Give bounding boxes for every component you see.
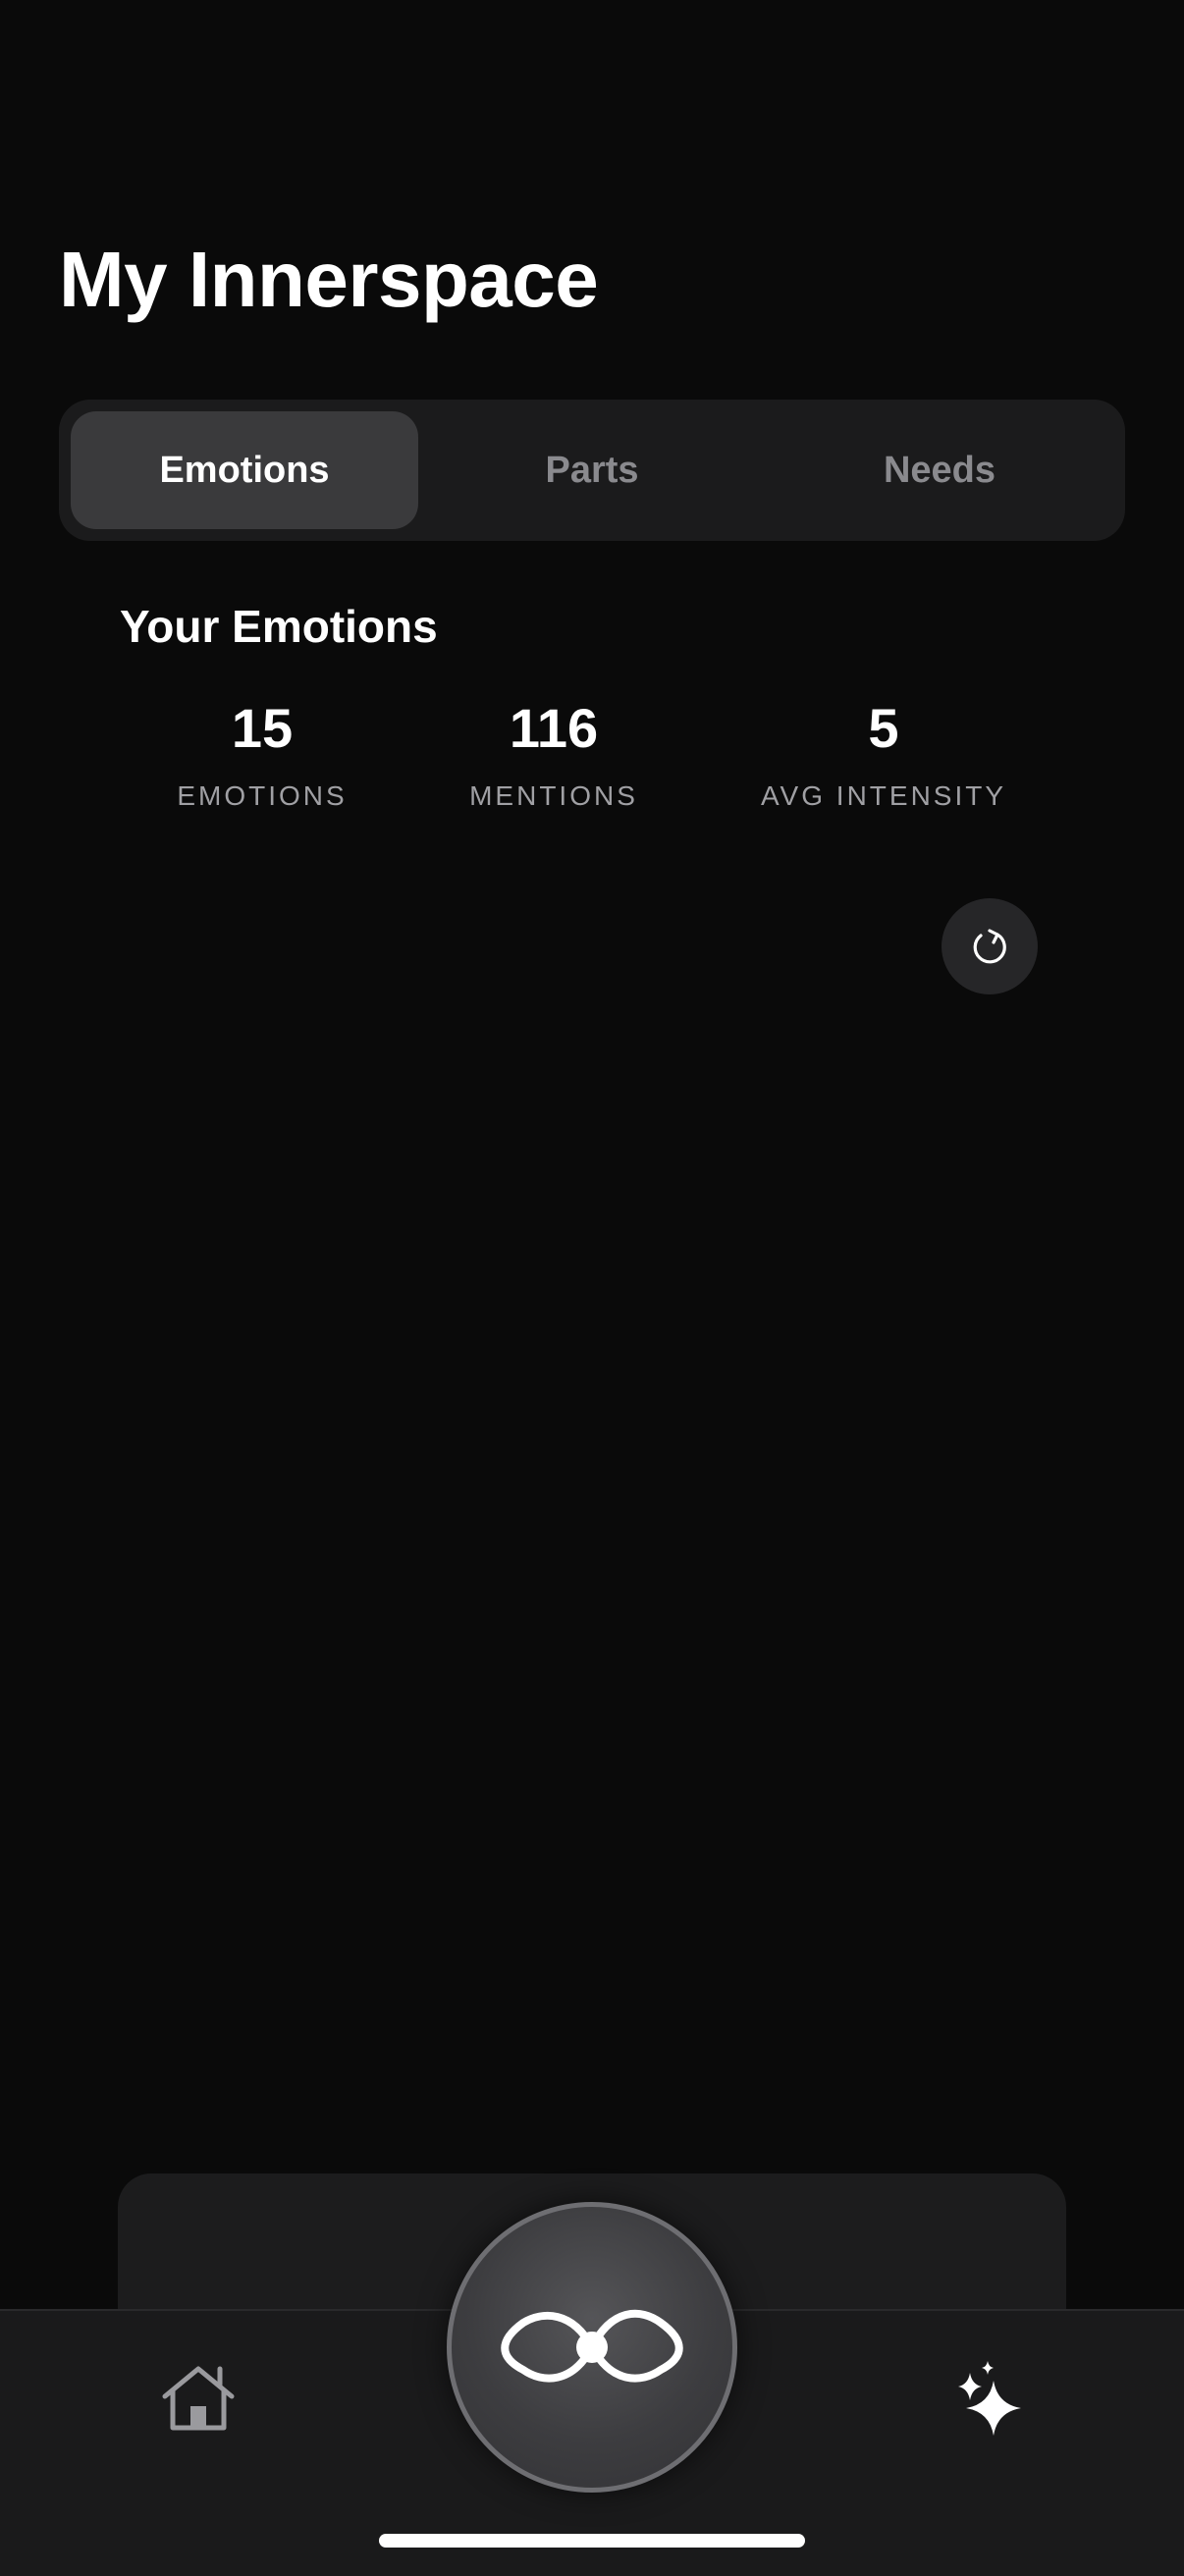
stat-avg-intensity: 5 AVG INTENSITY <box>736 699 1031 811</box>
stat-value: 15 <box>231 697 294 759</box>
section-title: Your Emotions <box>120 601 438 652</box>
page-title: My Innerspace <box>59 236 599 323</box>
sparkles-icon <box>958 2361 1021 2436</box>
refresh-button[interactable] <box>942 898 1038 994</box>
home-indicator <box>379 2534 805 2548</box>
stat-label: MENTIONS <box>469 780 638 811</box>
stat-label: AVG INTENSITY <box>760 780 1007 811</box>
infinity-eye-icon <box>501 2309 683 2383</box>
stat-mentions: 116 MENTIONS <box>406 699 701 811</box>
center-action-button[interactable] <box>447 2202 737 2493</box>
home-button[interactable] <box>157 2356 240 2439</box>
home-icon <box>162 2366 235 2431</box>
tab-needs[interactable]: Needs <box>766 411 1113 529</box>
stat-value: 116 <box>509 697 599 759</box>
tab-parts[interactable]: Parts <box>418 411 766 529</box>
stat-emotions: 15 EMOTIONS <box>115 699 409 811</box>
sparkles-button[interactable] <box>946 2354 1035 2442</box>
stat-value: 5 <box>868 697 899 759</box>
tab-emotions[interactable]: Emotions <box>71 411 418 529</box>
refresh-icon <box>973 929 1006 964</box>
segmented-control: Emotions Parts Needs <box>59 400 1125 541</box>
stat-label: EMOTIONS <box>177 780 348 811</box>
